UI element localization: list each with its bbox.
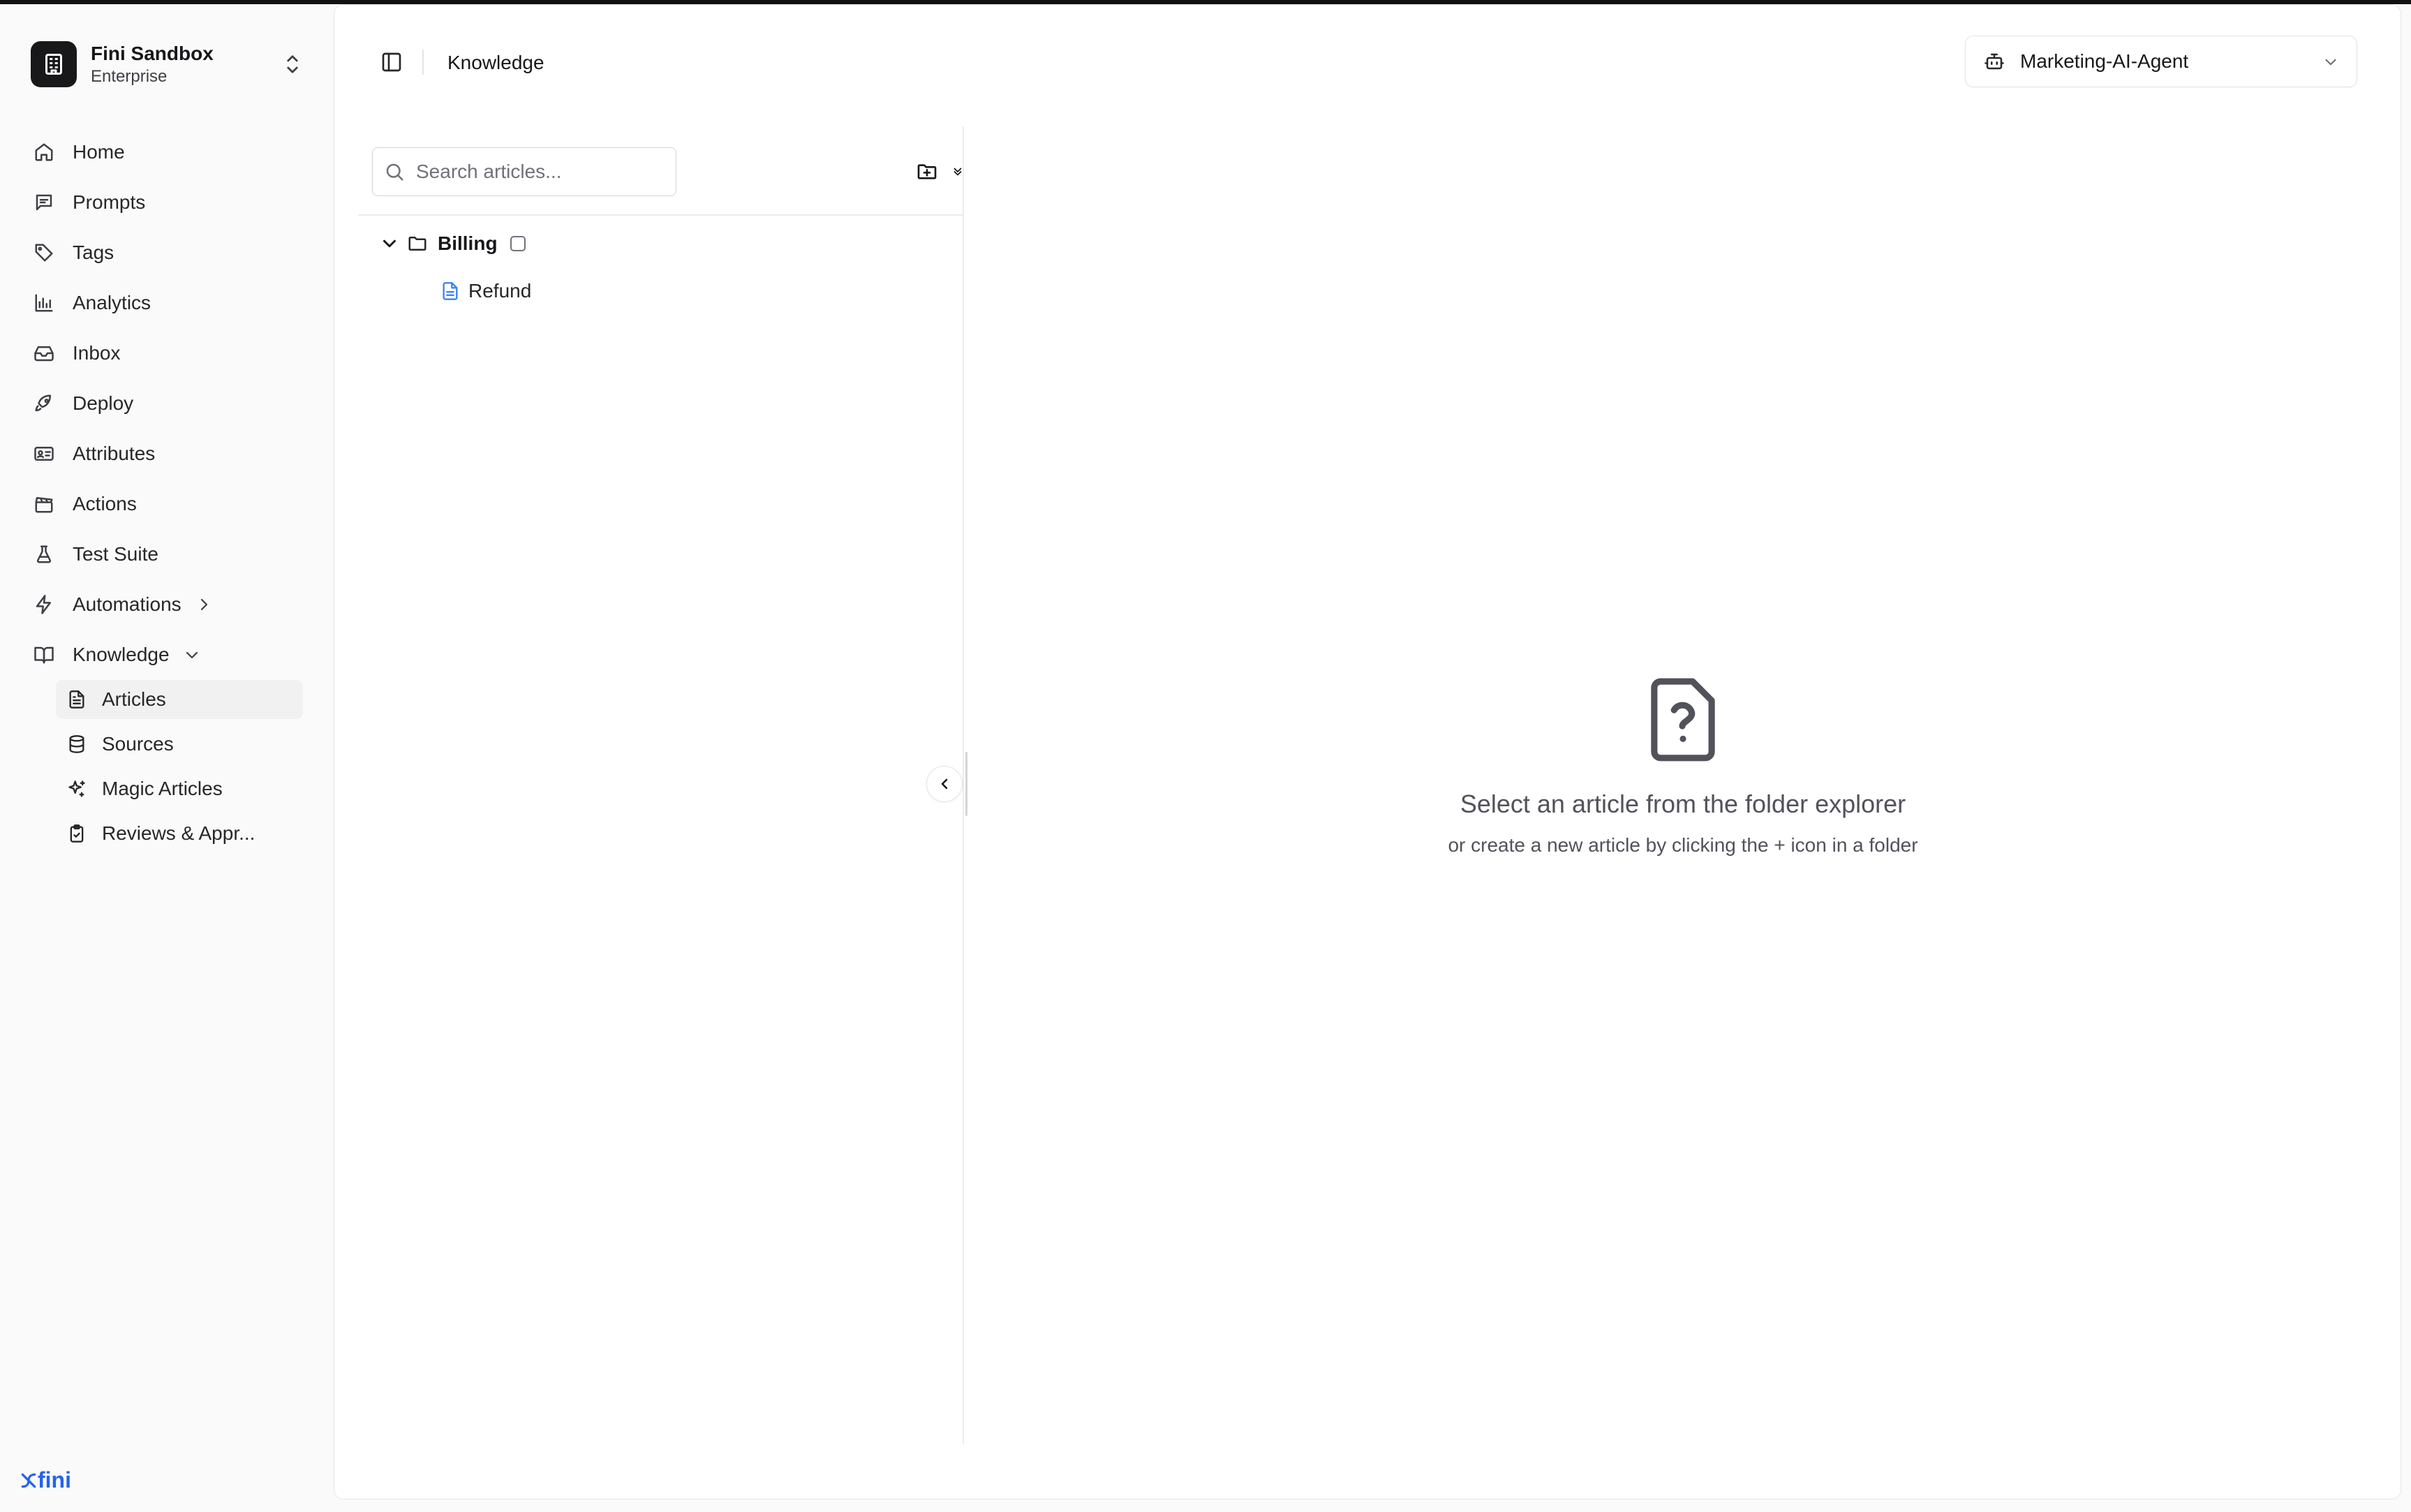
clipboard-check-icon xyxy=(66,822,88,845)
sidebar-toggle-button[interactable] xyxy=(378,48,406,76)
nav-item-label: Attributes xyxy=(73,443,156,464)
folder-icon xyxy=(407,233,428,254)
sparkles-icon xyxy=(66,778,88,800)
subnav-item-label: Magic Articles xyxy=(102,778,223,799)
folder-checkbox[interactable] xyxy=(510,236,526,251)
building-icon xyxy=(31,41,77,87)
inbox-icon xyxy=(32,341,56,365)
subnav-item-reviews[interactable]: Reviews & Appr... xyxy=(56,814,303,853)
empty-state-title: Select an article from the folder explor… xyxy=(1460,790,1906,818)
database-icon xyxy=(66,733,88,755)
org-switcher[interactable]: Fini Sandbox Enterprise xyxy=(31,36,303,92)
fini-mark-icon xyxy=(21,1473,36,1488)
nav-item-automations[interactable]: Automations xyxy=(25,579,304,630)
collapse-explorer-button[interactable] xyxy=(926,766,963,802)
nav-item-attributes[interactable]: Attributes xyxy=(25,429,304,479)
flask-icon xyxy=(32,542,56,566)
subnav-item-articles[interactable]: Articles xyxy=(56,680,303,719)
subnav-item-magic-articles[interactable]: Magic Articles xyxy=(56,769,303,808)
nav-item-inbox[interactable]: Inbox xyxy=(25,328,304,378)
nav-item-label: Deploy xyxy=(73,392,134,414)
id-card-icon xyxy=(32,442,56,466)
main-nav: Home Prompts Tags Analytics Inbox Deploy… xyxy=(25,127,304,859)
search-icon xyxy=(386,163,403,181)
search-box[interactable] xyxy=(372,147,676,196)
nav-item-label: Home xyxy=(73,141,125,163)
clapperboard-icon xyxy=(32,492,56,516)
nav-item-label: Automations xyxy=(73,593,181,615)
search-input[interactable] xyxy=(416,161,660,183)
sidebar: Fini Sandbox Enterprise Home Prompts Tag… xyxy=(0,4,334,1512)
file-text-icon xyxy=(66,688,88,711)
chevrons-up-down-icon xyxy=(282,52,303,80)
folder-plus-icon xyxy=(917,164,937,179)
nav-item-prompts[interactable]: Prompts xyxy=(25,177,304,228)
nav-item-label: Prompts xyxy=(73,191,146,213)
page-header: Knowledge Marketing-AI-Agent xyxy=(334,5,2401,117)
nav-item-test-suite[interactable]: Test Suite xyxy=(25,529,304,579)
nav-item-label: Inbox xyxy=(73,342,121,364)
page-title: Knowledge xyxy=(447,52,544,73)
nav-item-analytics[interactable]: Analytics xyxy=(25,278,304,328)
org-name: Fini Sandbox xyxy=(91,43,214,64)
fini-logo: fini xyxy=(20,1467,71,1493)
message-square-icon xyxy=(32,191,56,214)
nav-item-label: Actions xyxy=(73,493,137,514)
nav-item-home[interactable]: Home xyxy=(25,127,304,177)
subnav-item-label: Sources xyxy=(102,733,174,755)
nav-item-label: Analytics xyxy=(73,292,151,313)
empty-state: Select an article from the folder explor… xyxy=(964,675,2402,857)
subnav-item-sources[interactable]: Sources xyxy=(56,725,303,764)
subnav-item-label: Articles xyxy=(102,688,166,710)
folder-row[interactable]: Billing xyxy=(379,223,526,265)
chevron-right-icon xyxy=(195,596,212,613)
agent-select[interactable]: Marketing-AI-Agent xyxy=(1965,36,2357,87)
chevron-down-icon xyxy=(184,646,200,663)
nav-item-deploy[interactable]: Deploy xyxy=(25,378,304,429)
bot-icon xyxy=(1985,53,2004,70)
nav-item-knowledge[interactable]: Knowledge xyxy=(25,630,304,680)
bar-chart-icon xyxy=(32,291,56,315)
panel-left-icon xyxy=(382,52,401,72)
file-text-icon xyxy=(443,282,458,300)
nav-item-label: Test Suite xyxy=(73,543,158,565)
new-folder-button[interactable] xyxy=(912,157,942,186)
header-divider xyxy=(422,50,424,75)
nav-item-label: Tags xyxy=(73,242,114,263)
main-panel: Knowledge Marketing-AI-Agent Search arti… xyxy=(334,4,2401,1499)
chevron-down-icon xyxy=(2322,53,2340,75)
nav-item-tags[interactable]: Tags xyxy=(25,228,304,278)
nav-item-label: Knowledge xyxy=(73,644,170,665)
chevron-down-icon[interactable] xyxy=(379,233,400,254)
agent-select-value: Marketing-AI-Agent xyxy=(2020,50,2189,72)
folder-name: Billing xyxy=(438,232,498,254)
rocket-icon xyxy=(32,392,56,415)
tag-icon xyxy=(32,241,56,265)
explorer-divider xyxy=(358,214,964,216)
file-question-icon xyxy=(1651,678,1715,762)
subnav-item-label: Reviews & Appr... xyxy=(102,822,255,844)
org-plan: Enterprise xyxy=(91,67,168,86)
article-name: Refund xyxy=(468,280,532,302)
folder-explorer: Billing Refund xyxy=(358,126,964,1444)
chevron-left-icon xyxy=(941,778,948,790)
empty-state-subtitle: or create a new article by clicking the … xyxy=(1448,834,1918,856)
home-icon xyxy=(32,140,56,164)
nav-item-actions[interactable]: Actions xyxy=(25,479,304,529)
article-row[interactable]: Refund xyxy=(440,270,531,312)
fini-logo-text: fini xyxy=(38,1467,71,1492)
zap-icon xyxy=(32,593,56,616)
book-open-icon xyxy=(32,643,56,667)
knowledge-subnav: Articles Sources Magic Articles Reviews … xyxy=(56,680,303,853)
